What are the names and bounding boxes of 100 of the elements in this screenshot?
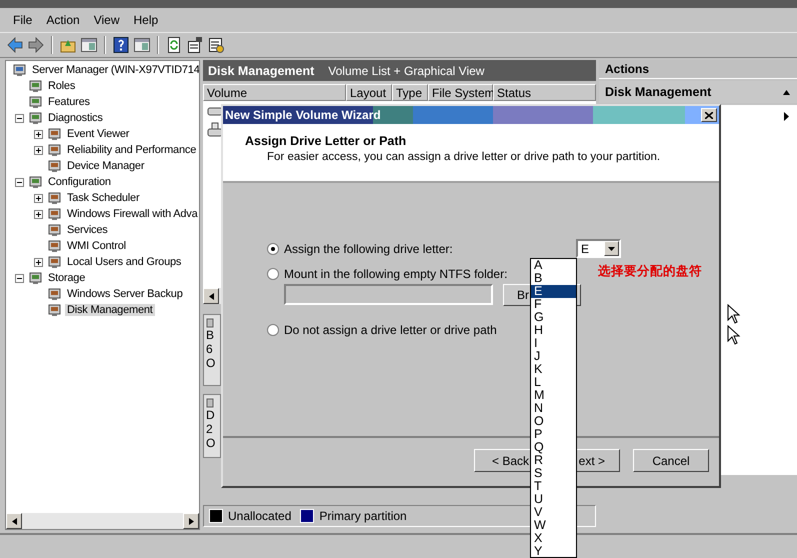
column-header[interactable]: Type bbox=[392, 84, 428, 101]
dropdown-option[interactable]: P bbox=[531, 428, 576, 441]
right-arrow-icon bbox=[188, 518, 194, 524]
node-icon bbox=[47, 190, 63, 206]
dropdown-option[interactable]: L bbox=[531, 376, 576, 389]
expand-icon[interactable] bbox=[34, 194, 42, 202]
help-icon[interactable] bbox=[112, 36, 130, 54]
tree-item[interactable]: WMI Control bbox=[65, 240, 128, 252]
left-arrow-icon bbox=[12, 518, 16, 524]
pane-icon[interactable] bbox=[133, 36, 151, 54]
dropdown-arrow-icon bbox=[608, 246, 615, 250]
node-icon bbox=[47, 286, 63, 302]
collapse-arrow-icon bbox=[783, 90, 790, 94]
submenu-arrow-icon[interactable] bbox=[784, 112, 789, 121]
wizard-description: For easier access, you can assign a drive letter or drive path to your partition. bbox=[266, 151, 662, 163]
section-header[interactable]: Disk Management bbox=[599, 81, 797, 103]
export-icon[interactable] bbox=[207, 36, 225, 54]
radio-button[interactable] bbox=[267, 268, 279, 280]
node-icon bbox=[28, 174, 44, 190]
node-icon bbox=[47, 158, 63, 174]
dropdown-option[interactable]: X bbox=[531, 532, 576, 545]
node-icon bbox=[28, 78, 44, 94]
properties-icon[interactable] bbox=[186, 36, 204, 54]
option-label: Assign the following drive letter: bbox=[284, 242, 453, 256]
node-icon bbox=[47, 126, 63, 142]
dialog-title: New Simple Volume Wizard bbox=[225, 108, 381, 122]
tree-item[interactable]: Roles bbox=[46, 80, 78, 92]
wizard-heading: Assign Drive Letter or Path bbox=[245, 134, 408, 148]
dropdown-option[interactable]: K bbox=[531, 363, 576, 376]
node-icon bbox=[47, 222, 63, 238]
radio-button[interactable] bbox=[267, 242, 279, 254]
dropdown-option[interactable]: H bbox=[531, 324, 576, 337]
cancel-button[interactable]: Cancel bbox=[633, 449, 709, 472]
close-button[interactable] bbox=[701, 108, 717, 122]
collapse-icon[interactable] bbox=[14, 274, 24, 282]
scroll-right-button[interactable] bbox=[183, 513, 199, 529]
drive-letter-menu[interactable]: A B E F G H I J K L M N O P Q R S T U V W X Y bbox=[530, 258, 577, 558]
option-label: Mount in the following empty NTFS folder: bbox=[284, 267, 508, 281]
tree-item[interactable]: Server Manager (WIN-X97VTID714 bbox=[30, 64, 199, 76]
option-label: Do not assign a drive letter or drive path bbox=[284, 323, 497, 337]
dropdown-option[interactable]: U bbox=[531, 493, 576, 506]
tree-item[interactable]: Features bbox=[46, 96, 92, 108]
forward-icon[interactable] bbox=[27, 36, 45, 54]
dropdown-option[interactable]: M bbox=[531, 389, 576, 402]
column-header[interactable]: Volume bbox=[203, 84, 346, 101]
tree-item[interactable]: Storage bbox=[46, 272, 88, 284]
menu-item[interactable]: File bbox=[6, 11, 40, 29]
scroll-left-button[interactable] bbox=[203, 288, 219, 304]
back-icon[interactable] bbox=[6, 36, 24, 54]
dropdown-option[interactable]: N bbox=[531, 402, 576, 415]
radio-button[interactable] bbox=[267, 324, 279, 336]
expand-icon[interactable] bbox=[34, 146, 42, 154]
dropdown-option[interactable]: G bbox=[531, 311, 576, 324]
collapse-icon[interactable] bbox=[14, 114, 24, 122]
refresh-icon[interactable] bbox=[165, 36, 183, 54]
expand-icon[interactable] bbox=[34, 210, 42, 218]
node-icon bbox=[47, 254, 63, 270]
legend-label: Primary partition bbox=[319, 509, 407, 523]
tree-item[interactable]: Device Manager bbox=[65, 160, 146, 172]
tree-item[interactable]: Services bbox=[65, 224, 110, 236]
expand-icon[interactable] bbox=[34, 130, 42, 138]
tree-item[interactable]: Reliability and Performance bbox=[65, 144, 198, 156]
dropdown-option[interactable]: J bbox=[531, 350, 576, 363]
dropdown-option[interactable]: V bbox=[531, 506, 576, 519]
dropdown-option[interactable]: Y bbox=[531, 545, 576, 557]
disk-label: O bbox=[206, 356, 216, 370]
scroll-left-button[interactable] bbox=[6, 513, 22, 529]
close-icon bbox=[705, 112, 713, 118]
dropdown-option[interactable]: B bbox=[531, 272, 576, 285]
tree-item[interactable]: Local Users and Groups bbox=[65, 256, 184, 268]
node-icon bbox=[47, 238, 63, 254]
dropdown-option[interactable]: O bbox=[531, 415, 576, 428]
node-icon bbox=[28, 110, 44, 126]
drive-icon bbox=[207, 105, 223, 117]
dropdown-option[interactable]: E bbox=[531, 285, 576, 298]
column-header[interactable]: Status bbox=[493, 84, 596, 101]
dropdown-option[interactable]: T bbox=[531, 480, 576, 493]
column-header[interactable]: Layout bbox=[346, 84, 392, 101]
menu-item[interactable]: Help bbox=[126, 11, 166, 29]
tree-item[interactable]: Configuration bbox=[46, 176, 113, 188]
tree-item[interactable]: Task Scheduler bbox=[65, 192, 142, 204]
dropdown-option[interactable]: W bbox=[531, 519, 576, 532]
node-icon bbox=[47, 302, 63, 318]
drive-letter-dropdown[interactable]: E bbox=[576, 239, 621, 258]
dropdown-option[interactable]: F bbox=[531, 298, 576, 311]
tree-item[interactable]: Event Viewer bbox=[65, 128, 132, 140]
tree-item[interactable]: Diagnostics bbox=[46, 112, 105, 124]
tree-item[interactable]: Windows Server Backup bbox=[65, 288, 185, 300]
dropdown-option[interactable]: A bbox=[531, 259, 576, 272]
expand-icon[interactable] bbox=[34, 258, 42, 266]
tree-item[interactable]: Windows Firewall with Adva bbox=[65, 208, 199, 220]
dropdown-option[interactable]: I bbox=[531, 337, 576, 350]
menu-item[interactable]: View bbox=[86, 11, 126, 29]
disk-label: O bbox=[206, 436, 216, 450]
pane-icon[interactable] bbox=[80, 36, 98, 54]
legend-label: Unallocated bbox=[228, 509, 292, 523]
tree-item[interactable]: Disk Management bbox=[65, 304, 155, 316]
collapse-icon[interactable] bbox=[14, 178, 24, 186]
menu-item[interactable]: Action bbox=[39, 11, 87, 29]
disk-label: 6 bbox=[206, 342, 214, 356]
